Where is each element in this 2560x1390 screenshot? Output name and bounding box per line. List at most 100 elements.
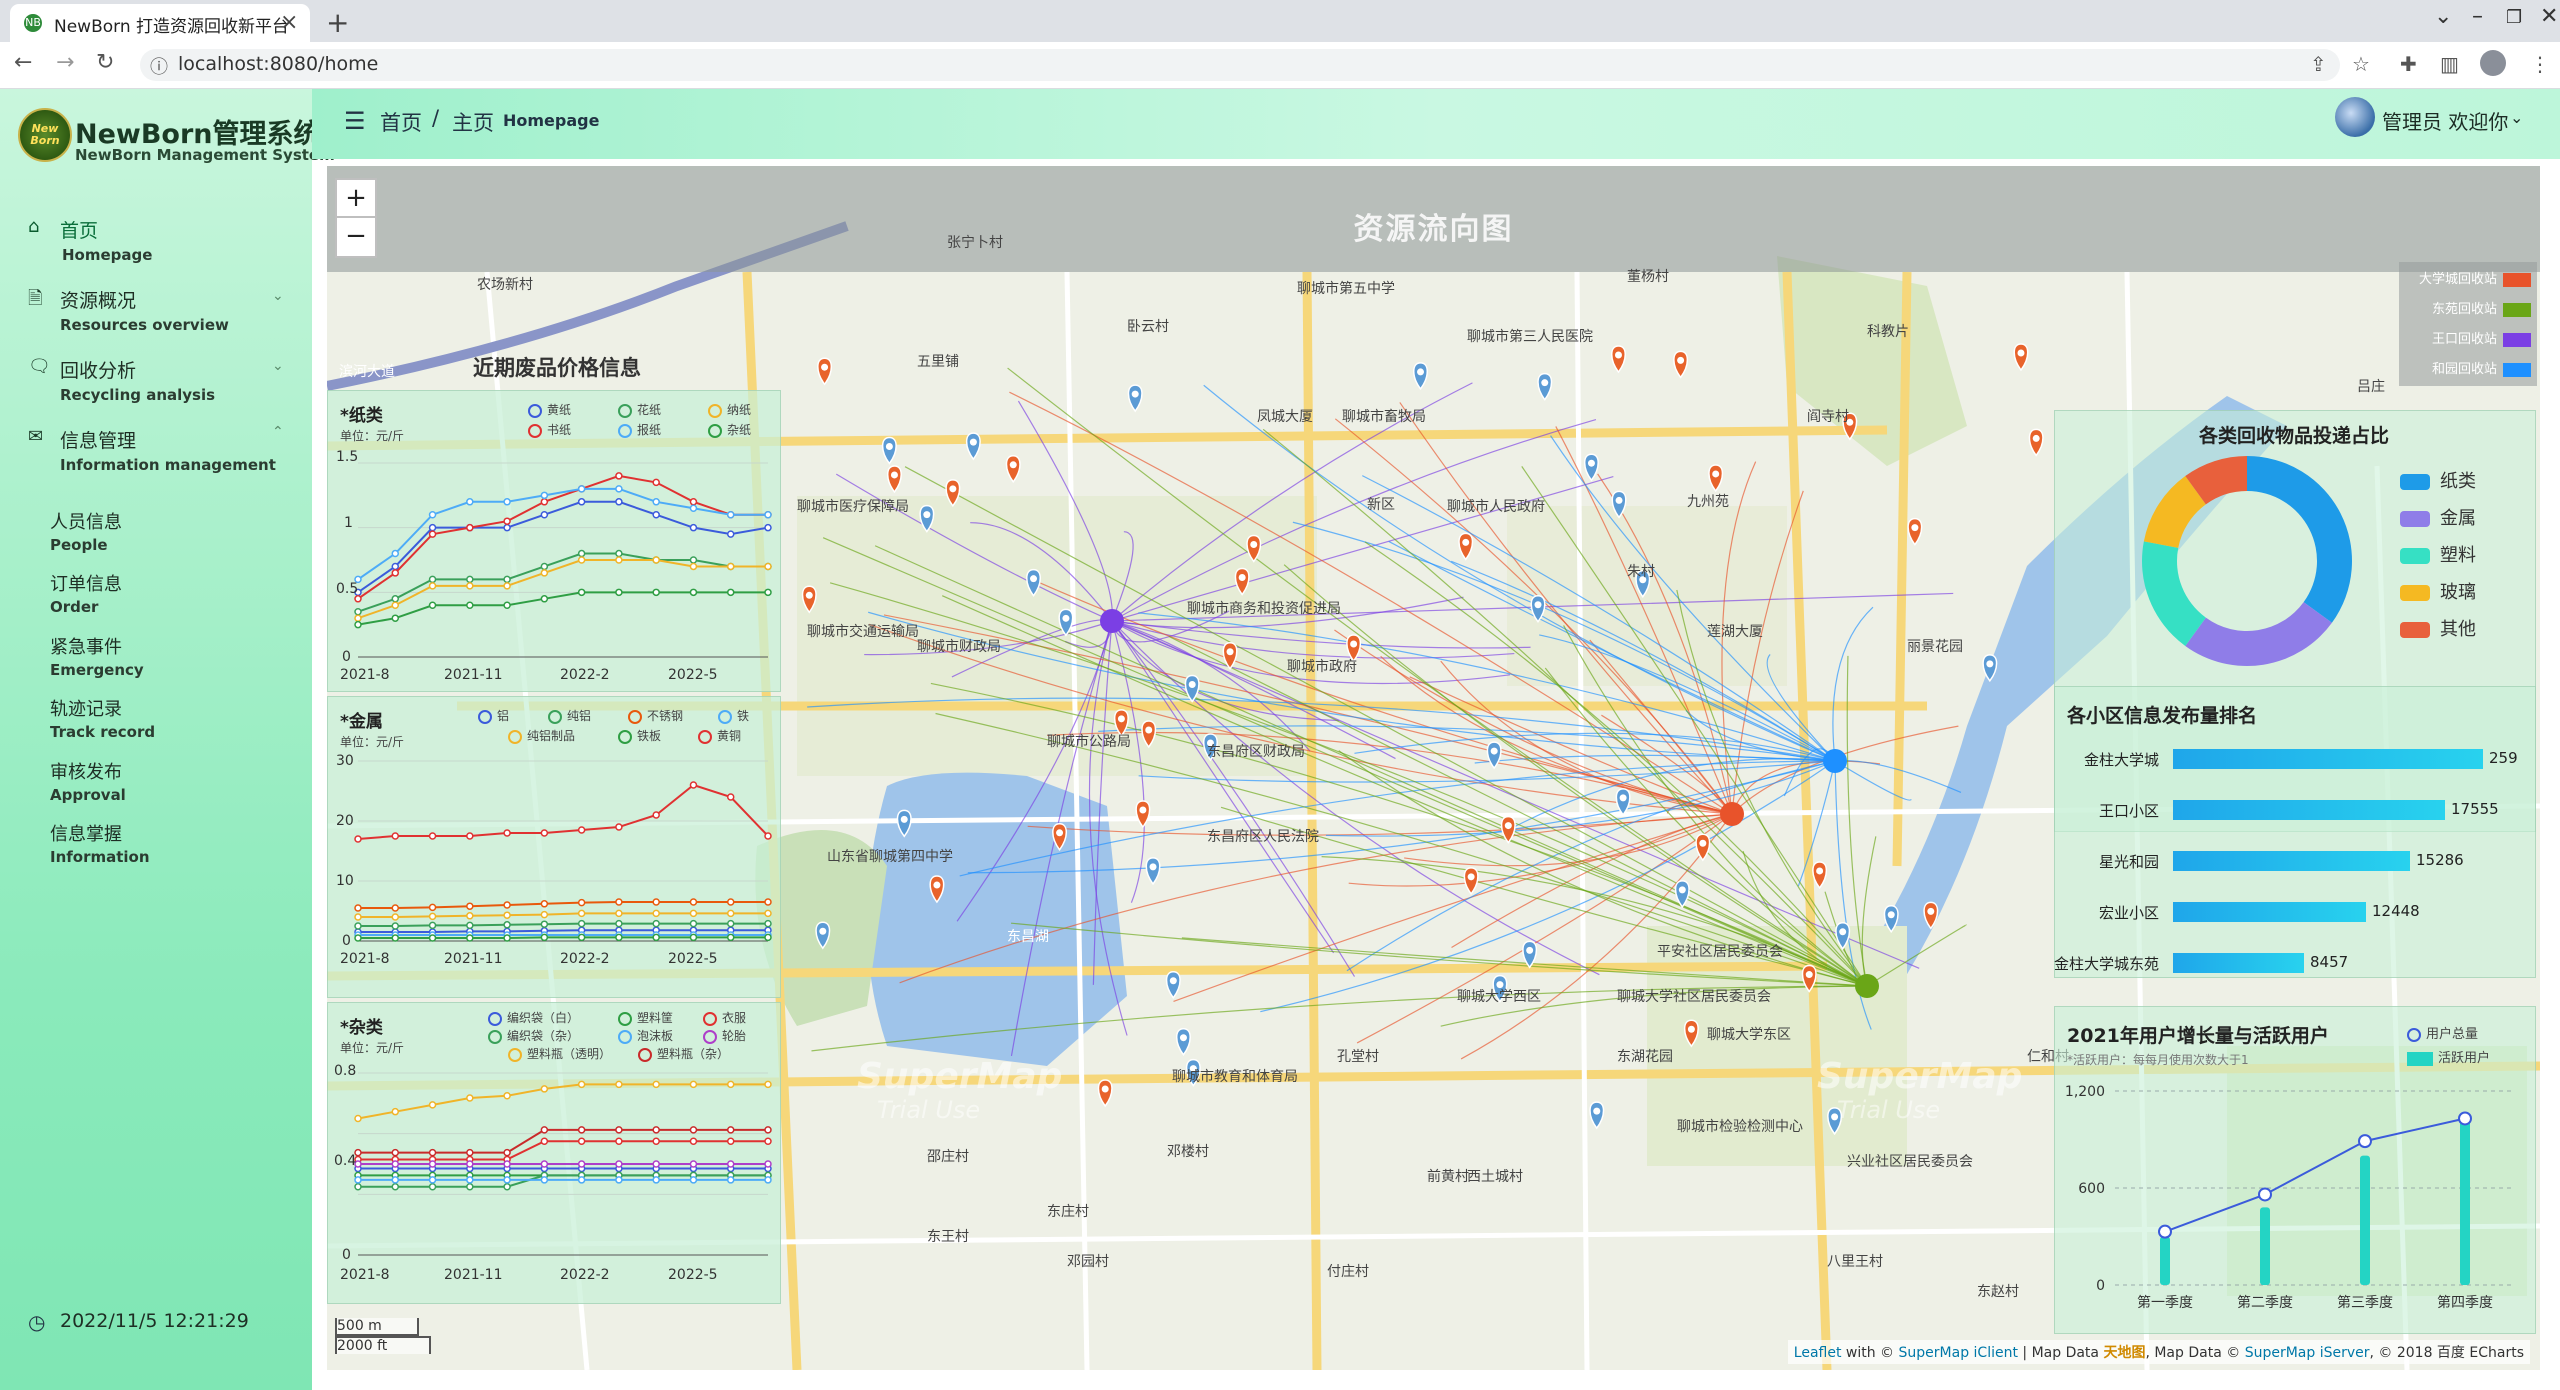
poi-pin-dot <box>1139 806 1147 814</box>
user-greeting[interactable]: 管理员 欢迎你 <box>2382 106 2508 135</box>
zoom-out-button[interactable]: − <box>335 216 377 258</box>
y-tick: 10 <box>336 873 354 889</box>
pie-legend-item[interactable]: 玻璃 <box>2400 578 2476 604</box>
poi-pin-dot <box>933 881 941 889</box>
map-place-label: 董杨村 <box>1627 269 1669 285</box>
nav-item-resources[interactable]: 🗎 资源概况 Resources overview ⌄ <box>0 280 312 342</box>
extensions-icon[interactable]: ✚ <box>2400 52 2417 76</box>
data-point <box>689 919 698 928</box>
data-point <box>577 909 586 918</box>
reload-icon[interactable]: ↻ <box>96 50 114 75</box>
rank-bar[interactable] <box>2173 800 2445 820</box>
nav-label: 首页 <box>60 220 99 242</box>
poi-pin-dot <box>1350 640 1358 648</box>
legend-item[interactable]: 东苑回收站 <box>2432 298 2531 317</box>
menu-toggle-icon[interactable]: ☰ <box>344 107 366 135</box>
browser-menu-icon[interactable]: ⋮ <box>2530 52 2550 76</box>
share-icon[interactable]: ⇪ <box>2310 52 2327 76</box>
nav-item-recycling[interactable]: 🗨 回收分析 Recycling analysis ⌄ <box>0 350 312 412</box>
legend-item[interactable]: 和园回收站 <box>2432 358 2531 377</box>
data-point <box>391 922 400 930</box>
window-close-icon[interactable]: ✕ <box>2540 4 2558 29</box>
nav-child-information[interactable]: 信息掌握 Information <box>0 820 312 876</box>
data-point <box>354 904 362 912</box>
rank-value: 17555 <box>2451 800 2499 818</box>
data-point <box>354 1176 362 1184</box>
data-point <box>391 913 400 921</box>
nav-child-track-record[interactable]: 轨迹记录 Track record <box>0 695 312 751</box>
minimize-icon[interactable]: – <box>2472 4 2483 29</box>
map-place-label: 聊城大学社区居民委员会 <box>1617 989 1771 1005</box>
bookmark-star-icon[interactable]: ☆ <box>2352 52 2370 76</box>
zoom-in-button[interactable]: + <box>335 178 377 220</box>
data-point <box>540 920 549 928</box>
nav-item-info-management[interactable]: ✉ 信息管理 Information management ⌃ <box>0 420 312 482</box>
forward-icon[interactable]: → <box>56 50 74 75</box>
data-point <box>615 588 623 597</box>
y-tick: 600 <box>2078 1181 2105 1197</box>
data-point <box>466 1176 474 1184</box>
poi-pin-dot <box>1238 574 1246 582</box>
data-point <box>428 510 437 519</box>
nav-child-approval[interactable]: 审核发布 Approval <box>0 758 312 814</box>
data-point <box>577 1126 586 1134</box>
x-tick: 第一季度 <box>2137 1294 2193 1311</box>
omnibox[interactable] <box>140 49 2340 81</box>
data-point <box>466 921 474 930</box>
side-panel-icon[interactable]: ▥ <box>2440 52 2459 76</box>
resource-flow-map[interactable]: 资源流向图 + − 大学城回收站 东苑回收站 王口回收站 和园回收站 聊城市医疗… <box>327 166 2540 1370</box>
breadcrumb-home[interactable]: 首页 <box>380 107 422 137</box>
data-point <box>764 1137 772 1145</box>
pie-legend-swatch <box>2400 511 2430 527</box>
map-block <box>1507 506 1787 686</box>
new-tab-button[interactable]: + <box>326 6 349 39</box>
supermap-watermark: SuperMap <box>857 1056 1063 1097</box>
series-line <box>358 1140 768 1161</box>
back-icon[interactable]: ← <box>14 50 32 75</box>
poi-pin-dot <box>1179 1034 1187 1042</box>
profile-avatar-icon[interactable] <box>2480 50 2506 76</box>
data-point <box>652 1176 660 1184</box>
nav-item-home[interactable]: ⌂ 首页 Homepage <box>0 210 312 272</box>
data-point <box>726 793 735 801</box>
price-panel-title: 近期废品价格信息 <box>473 356 641 380</box>
pie-legend-item[interactable]: 金属 <box>2400 504 2476 530</box>
rank-bar[interactable] <box>2173 953 2304 973</box>
leaflet-link[interactable]: Leaflet <box>1794 1345 1842 1361</box>
rank-bar[interactable] <box>2173 749 2483 769</box>
user-menu-chevron-down-icon[interactable]: ⌄ <box>2510 108 2523 127</box>
data-point <box>689 562 698 571</box>
restore-icon[interactable]: ❐ <box>2506 7 2522 28</box>
pie-legend-item[interactable]: 其他 <box>2400 615 2476 641</box>
url-text[interactable]: localhost:8080/home <box>178 53 378 75</box>
tab-close-icon[interactable]: × <box>280 10 298 35</box>
legend-item[interactable]: 大学城回收站 <box>2419 268 2531 287</box>
data-point <box>577 933 586 942</box>
browser-tab[interactable]: NB NewBorn 打造资源回收新平台 × <box>10 4 310 42</box>
site-info-icon[interactable]: ⓘ <box>150 53 168 79</box>
poi-pin-dot <box>949 485 957 493</box>
nav-child-emergency[interactable]: 紧急事件 Emergency <box>0 633 312 689</box>
tab-search-chevron-icon[interactable]: ⌄ <box>2434 4 2452 29</box>
data-point <box>428 601 437 610</box>
clock-icon: ◷ <box>28 1310 46 1334</box>
pie-legend-item[interactable]: 塑料 <box>2400 541 2476 567</box>
user-avatar[interactable] <box>2335 97 2375 137</box>
pie-legend-swatch <box>2400 474 2430 490</box>
y-tick: 0.8 <box>334 1063 357 1079</box>
data-point <box>652 588 660 597</box>
pie-legend-item[interactable]: 纸类 <box>2400 467 2476 493</box>
iclient-link[interactable]: SuperMap iClient <box>1899 1345 2018 1361</box>
nav-child-people[interactable]: 人员信息 People <box>0 508 312 564</box>
rank-bar[interactable] <box>2173 902 2366 922</box>
pie-legend-label: 其他 <box>2440 619 2476 640</box>
poi-pin-dot <box>900 815 908 823</box>
legend-item[interactable]: 王口回收站 <box>2432 328 2531 347</box>
x-tick: 2021-8 <box>340 1267 390 1283</box>
data-point <box>577 1176 586 1184</box>
map-place-label: 新区 <box>1367 497 1395 513</box>
rank-bar[interactable] <box>2173 851 2410 871</box>
iserver-link[interactable]: SuperMap iServer <box>2245 1345 2370 1361</box>
poi-pin-dot <box>1911 524 1919 532</box>
nav-child-order[interactable]: 订单信息 Order <box>0 570 312 626</box>
